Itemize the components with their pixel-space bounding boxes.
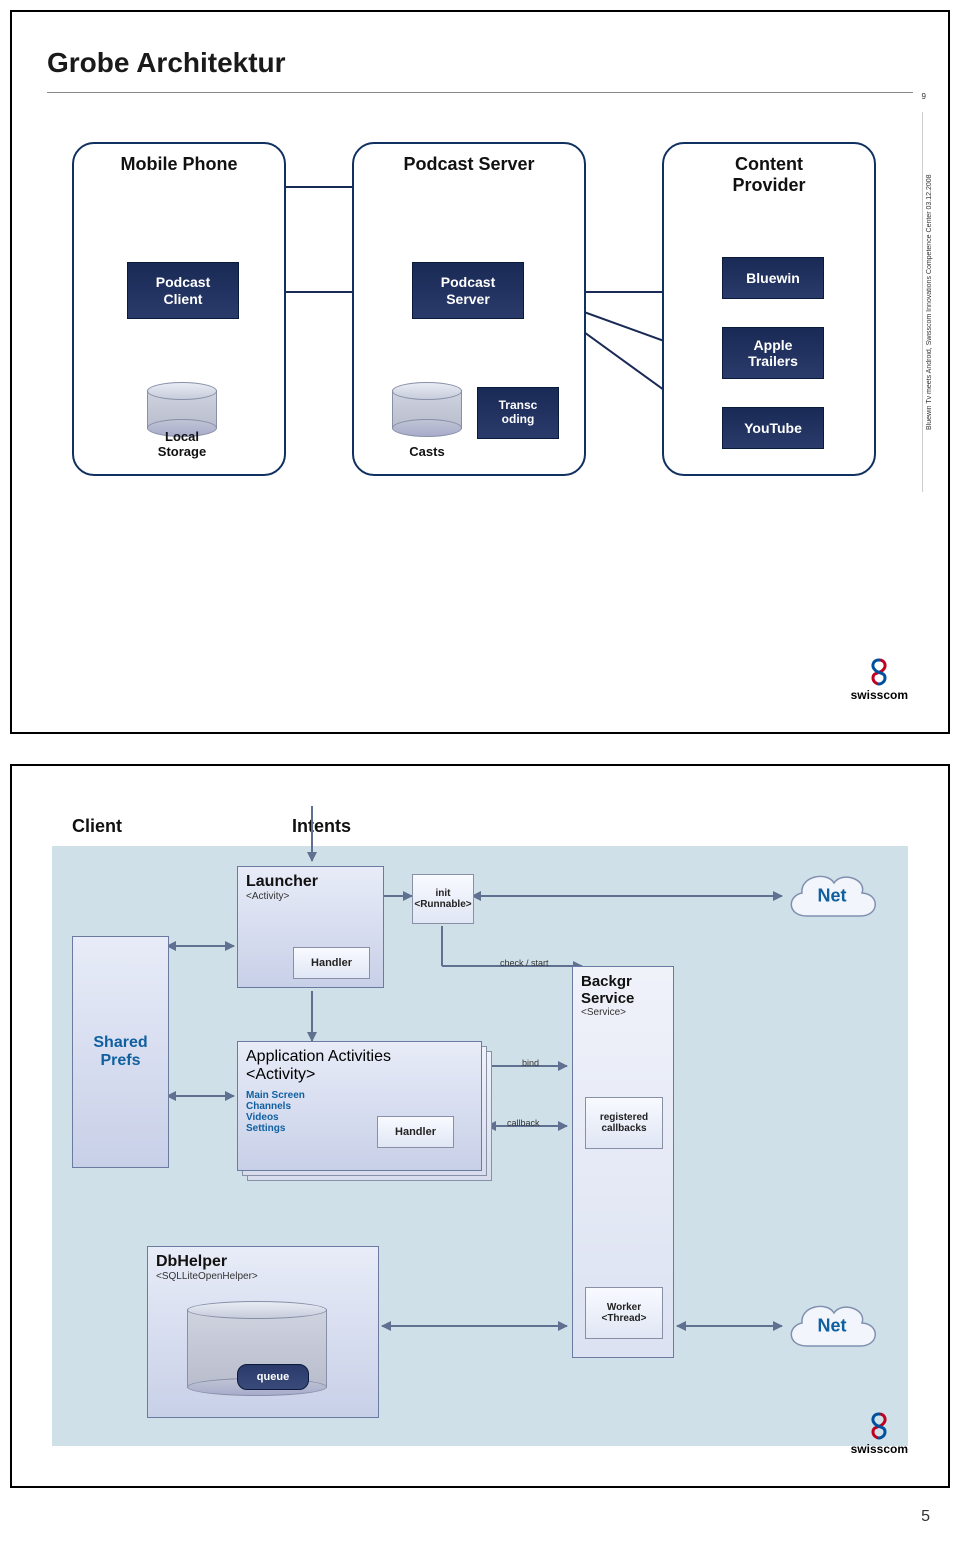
box-worker: Worker <Thread> <box>585 1287 663 1339</box>
backgr-sub: <Service> <box>581 1007 665 1018</box>
node-podcast-client: Podcast Client <box>127 262 239 319</box>
group-title-server: Podcast Server <box>354 154 584 175</box>
box-launcher: Launcher <Activity> Handler <box>237 866 384 988</box>
label-check-start: check / start <box>500 958 549 968</box>
backgr-reg: registered callbacks <box>585 1097 663 1149</box>
cloud-net-2: Net <box>782 1291 882 1361</box>
backgr-title: Backgr Service <box>581 973 665 1007</box>
launcher-sub: <Activity> <box>246 891 375 902</box>
node-local-storage: Local Storage <box>147 382 217 437</box>
logo-icon <box>867 658 891 686</box>
box-init: init <Runnable> <box>412 874 474 924</box>
label-bind: bind <box>522 1058 539 1068</box>
app-act-title: Application Activities <box>246 1048 473 1066</box>
label-intents: Intents <box>292 816 351 837</box>
app-act-handler: Handler <box>377 1116 454 1148</box>
launcher-title: Launcher <box>246 873 375 891</box>
label-local-storage: Local Storage <box>147 429 217 459</box>
node-transcoding: Transc oding <box>477 387 559 439</box>
dbhelper-title: DbHelper <box>156 1253 370 1271</box>
label-callback: callback <box>507 1118 540 1128</box>
swisscom-logo: swisscom <box>851 658 908 702</box>
page-number: 9 <box>922 92 926 101</box>
title-rule <box>47 92 913 93</box>
box-app-activities: Application Activities <Activity> Main S… <box>237 1041 482 1171</box>
logo-text: swisscom <box>851 688 908 702</box>
node-bluewin: Bluewin <box>722 257 824 299</box>
slide-client-diagram: Client Intents Shared Prefs Launcher <box>10 764 950 1488</box>
page-footer-number: 5 <box>0 1498 960 1546</box>
logo-icon-2 <box>867 1412 891 1440</box>
cloud-net-1: Net <box>782 861 882 931</box>
logo-text-2: swisscom <box>851 1442 908 1456</box>
box-queue: queue <box>237 1364 309 1390</box>
group-title-phone: Mobile Phone <box>74 154 284 175</box>
side-separator <box>922 112 923 492</box>
slide-title: Grobe Architektur <box>47 47 286 79</box>
box-backgr-service: Backgr Service <Service> registered call… <box>572 966 674 1358</box>
slide-architecture: Grobe Architektur 9 Bluewin Tv meets And… <box>10 10 950 734</box>
box-shared-prefs: Shared Prefs <box>72 936 169 1168</box>
label-client: Client <box>72 816 122 837</box>
node-casts: Casts <box>392 382 462 437</box>
node-apple-trailers: Apple Trailers <box>722 327 824 379</box>
app-act-sub: <Activity> <box>246 1066 473 1084</box>
net-label-1: Net <box>782 886 882 907</box>
swisscom-logo-2: swisscom <box>851 1412 908 1456</box>
node-podcast-server: Podcast Server <box>412 262 524 319</box>
dbhelper-sub: <SQLLiteOpenHelper> <box>156 1271 370 1282</box>
group-title-provider: Content Provider <box>664 154 874 196</box>
net-label-2: Net <box>782 1316 882 1337</box>
label-casts: Casts <box>392 444 462 459</box>
side-text: Bluewin Tv meets Android, Swisscom Innov… <box>926 112 936 492</box>
launcher-handler: Handler <box>293 947 370 979</box>
node-youtube: YouTube <box>722 407 824 449</box>
label-shared-prefs: Shared Prefs <box>93 1034 147 1070</box>
